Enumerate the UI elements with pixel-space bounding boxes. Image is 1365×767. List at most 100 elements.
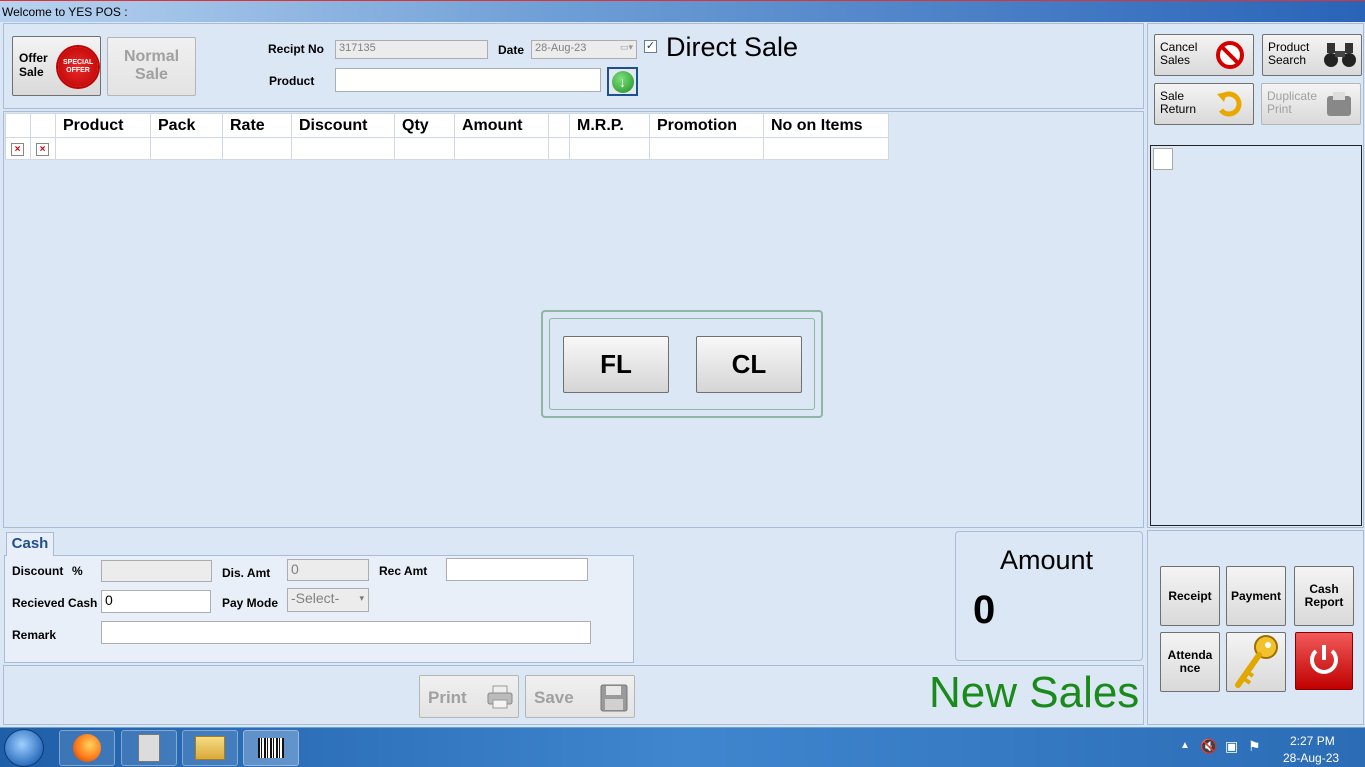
- return-arrow-icon: [1213, 88, 1245, 120]
- cash-report-label: Cash Report: [1304, 582, 1344, 609]
- action-center-icon[interactable]: ⚑: [1248, 738, 1261, 755]
- discount-percent-input[interactable]: [101, 560, 212, 582]
- grid-header-row: Product Pack Rate Discount Qty Amount M.…: [5, 113, 889, 138]
- cell-promotion[interactable]: [649, 137, 764, 160]
- grid-col-mrp[interactable]: M.R.P.: [569, 113, 650, 138]
- key-icon: [1230, 633, 1282, 692]
- cell-product[interactable]: [55, 137, 151, 160]
- rec-amt-input[interactable]: [446, 558, 588, 581]
- grid-col-blank-3[interactable]: [548, 113, 570, 138]
- cell-qty[interactable]: [394, 137, 455, 160]
- cell-pack[interactable]: [150, 137, 223, 160]
- pay-mode-label: Pay Mode: [222, 596, 279, 610]
- print-button[interactable]: Print: [419, 675, 519, 718]
- payment-label: Payment: [1230, 588, 1282, 603]
- barcode-icon: [258, 738, 284, 758]
- grid-col-pack[interactable]: Pack: [150, 113, 223, 138]
- receipt-label: Receipt: [1168, 588, 1212, 603]
- pay-mode-select[interactable]: -Select- ▾: [287, 588, 369, 612]
- no-entry-icon: [1215, 40, 1245, 70]
- offer-sale-button[interactable]: Offer Sale SPECIAL OFFER: [12, 36, 101, 96]
- side-list-checkbox[interactable]: [1153, 148, 1173, 170]
- cell-blank[interactable]: [548, 137, 570, 160]
- grid-col-no-on-items[interactable]: No on Items: [763, 113, 889, 138]
- calendar-dropdown-icon[interactable]: ▭▾: [620, 42, 633, 53]
- clock-time[interactable]: 2:27 PM: [1290, 734, 1335, 748]
- network-icon[interactable]: ▣: [1225, 738, 1238, 755]
- sale-return-label: Sale Return: [1160, 89, 1197, 116]
- taskbar: ▲ 🔇 ▣ ⚑ 2:27 PM 28-Aug-23: [0, 727, 1365, 767]
- save-button[interactable]: Save: [525, 675, 635, 718]
- cash-report-button[interactable]: Cash Report: [1294, 566, 1354, 626]
- grid-col-product[interactable]: Product: [55, 113, 151, 138]
- date-picker[interactable]: 28-Aug-23 ▭▾: [531, 40, 637, 59]
- taskbar-calculator[interactable]: [121, 730, 177, 766]
- taskbar-explorer[interactable]: [182, 730, 238, 766]
- delete-row-icon-2[interactable]: ×: [36, 143, 49, 156]
- cancel-sales-button[interactable]: Cancel Sales: [1154, 34, 1254, 76]
- side-list-box[interactable]: [1150, 145, 1362, 526]
- grid-col-qty[interactable]: Qty: [394, 113, 455, 138]
- tab-cash[interactable]: Cash: [6, 532, 54, 556]
- cell-mrp[interactable]: [569, 137, 650, 160]
- grid-col-blank-1: [5, 113, 31, 138]
- dis-amt-input[interactable]: 0: [287, 559, 369, 581]
- product-label: Product: [269, 74, 315, 88]
- printer-icon: [486, 684, 514, 710]
- payment-button[interactable]: Payment: [1226, 566, 1286, 626]
- sale-return-button[interactable]: Sale Return: [1154, 83, 1254, 125]
- duplicate-print-button[interactable]: Duplicate Print: [1261, 83, 1361, 125]
- right-bottom-panel: [1147, 530, 1364, 725]
- taskbar-firefox[interactable]: [59, 730, 115, 766]
- fl-button[interactable]: FL: [563, 336, 669, 393]
- row-delete-cell-2: ×: [30, 137, 56, 160]
- cell-rate[interactable]: [222, 137, 292, 160]
- taskbar-yes-pos[interactable]: [243, 730, 299, 766]
- product-input[interactable]: [335, 68, 601, 92]
- show-hidden-icons-icon[interactable]: ▲: [1180, 740, 1190, 751]
- duplicate-print-label: Duplicate Print: [1267, 89, 1318, 116]
- amount-label: Amount: [1000, 545, 1094, 575]
- special-offer-badge-icon: SPECIAL OFFER: [58, 47, 98, 87]
- product-search-label: Product Search: [1268, 40, 1310, 67]
- volume-muted-icon[interactable]: 🔇: [1200, 738, 1217, 755]
- receipt-no-field[interactable]: 317135: [335, 40, 488, 59]
- title-bar: Welcome to YES POS :: [0, 0, 1365, 22]
- amount-panel: Amount 0: [955, 531, 1143, 661]
- attendance-label: Attenda nce: [1167, 648, 1213, 675]
- cell-no-on-items[interactable]: [763, 137, 889, 160]
- grid-col-amount[interactable]: Amount: [454, 113, 549, 138]
- firefox-icon: [73, 734, 101, 762]
- key-button[interactable]: [1226, 632, 1286, 692]
- grid-col-discount[interactable]: Discount: [291, 113, 395, 138]
- start-button[interactable]: [4, 729, 44, 767]
- dis-amt-label: Dis. Amt: [222, 566, 271, 580]
- cell-discount[interactable]: [291, 137, 395, 160]
- folder-icon: [195, 736, 225, 760]
- direct-sale-checkbox[interactable]: ✓: [644, 40, 657, 53]
- clock-date[interactable]: 28-Aug-23: [1283, 751, 1339, 765]
- remark-input[interactable]: [101, 621, 591, 644]
- received-cash-input[interactable]: 0: [101, 590, 211, 613]
- product-search-button[interactable]: Product Search: [1262, 34, 1362, 76]
- received-cash-label: Recieved Cash: [12, 596, 98, 610]
- grid-col-rate[interactable]: Rate: [222, 113, 292, 138]
- receipt-button[interactable]: Receipt: [1160, 566, 1220, 626]
- product-add-button[interactable]: ↓: [607, 67, 638, 96]
- cell-amount[interactable]: [454, 137, 549, 160]
- delete-row-icon[interactable]: ×: [11, 143, 24, 156]
- offer-sale-label: Offer Sale: [19, 51, 48, 79]
- power-button[interactable]: [1295, 632, 1353, 690]
- grid-col-promotion[interactable]: Promotion: [649, 113, 764, 138]
- percent-label: %: [72, 564, 83, 578]
- attendance-button[interactable]: Attenda nce: [1160, 632, 1220, 692]
- normal-sale-label: Normal Sale: [123, 48, 180, 83]
- status-text: New Sales: [929, 668, 1140, 717]
- normal-sale-button[interactable]: Normal Sale: [107, 37, 196, 96]
- discount-label: Discount: [12, 564, 64, 578]
- amount-value: 0: [973, 588, 996, 632]
- window-title: Welcome to YES POS :: [2, 5, 128, 19]
- grid-col-blank-2: [30, 113, 56, 138]
- date-label: Date: [498, 43, 525, 57]
- cl-button[interactable]: CL: [696, 336, 802, 393]
